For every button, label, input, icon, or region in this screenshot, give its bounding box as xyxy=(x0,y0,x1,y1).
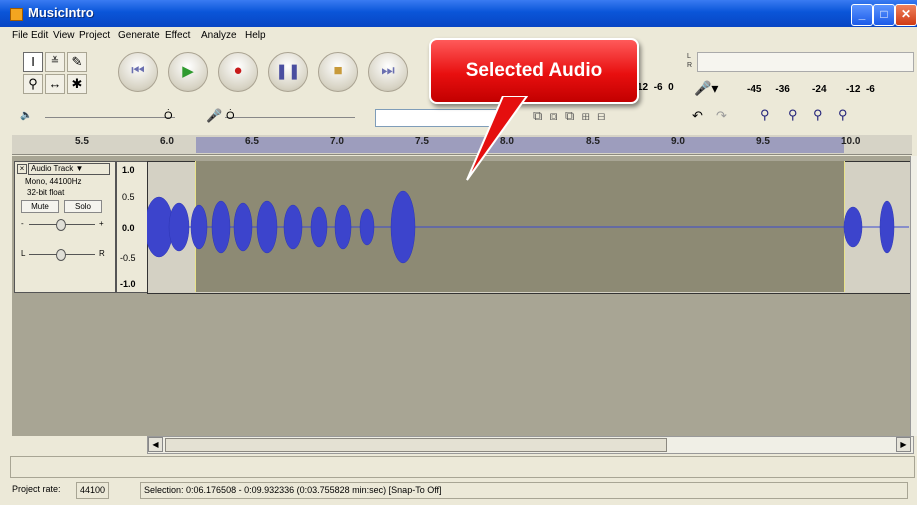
status-bar: Project rate: 44100 Selection: 0:06.1765… xyxy=(10,480,913,500)
waveform-blob xyxy=(190,204,208,250)
pause-button[interactable]: ❚❚ xyxy=(268,52,308,92)
amp-label: -0.5 xyxy=(120,253,136,263)
menu-effect[interactable]: Effect xyxy=(165,30,190,41)
record-button[interactable]: ● xyxy=(218,52,258,92)
selection-status: Selection: 0:06.176508 - 0:09.932336 (0:… xyxy=(140,482,908,499)
waveform-blob xyxy=(310,206,328,248)
draw-tool-icon[interactable]: ✎ xyxy=(67,52,87,72)
waveform-blob xyxy=(359,208,375,246)
undo-icon[interactable]: ↶ xyxy=(692,108,703,124)
waveform-blob xyxy=(283,204,303,250)
meter-lr-labels: L R xyxy=(687,53,693,69)
microphone-icon[interactable]: 🎤▾ xyxy=(694,80,718,97)
horizontal-scroll-thumb[interactable] xyxy=(165,438,667,452)
selection-tool-icon[interactable]: I xyxy=(23,52,43,72)
track-format: Mono, 44100Hz xyxy=(25,177,82,186)
amp-label: 1.0 xyxy=(122,165,135,175)
timeshift-tool-icon[interactable]: ↔ xyxy=(45,74,65,94)
track-control-panel: × Audio Track ▼ Mono, 44100Hz 32-bit flo… xyxy=(14,161,116,293)
ruler-tick-label: 8.5 xyxy=(586,136,600,147)
scroll-left-icon[interactable]: ◀ xyxy=(148,437,163,452)
waveform-blob xyxy=(211,200,231,254)
menu-generate[interactable]: Generate xyxy=(118,30,160,41)
ruler-tick-label: 9.5 xyxy=(756,136,770,147)
mute-button[interactable]: Mute xyxy=(21,200,59,213)
waveform-blob xyxy=(168,202,190,252)
multi-tool-icon[interactable]: ✱ xyxy=(67,74,87,94)
solo-button[interactable]: Solo xyxy=(64,200,102,213)
project-rate-label: Project rate: xyxy=(12,484,61,494)
zoom-tool-icon[interactable]: ⚲ xyxy=(23,74,43,94)
waveform-blob xyxy=(233,202,253,252)
input-volume-slider[interactable] xyxy=(225,117,355,118)
output-level-meter xyxy=(697,52,914,72)
status-area xyxy=(10,456,915,478)
amp-label: 0.0 xyxy=(122,223,135,233)
output-volume-slider[interactable] xyxy=(45,117,175,118)
menu-help[interactable]: Help xyxy=(245,30,266,41)
ruler-tick-label: 6.5 xyxy=(245,136,259,147)
redo-icon[interactable]: ↷ xyxy=(716,108,727,124)
vertical-scrollbar[interactable] xyxy=(910,156,917,436)
skip-start-button[interactable]: ⏮ xyxy=(118,52,158,92)
zoom-out-icon[interactable]: ⚲ xyxy=(788,107,798,123)
play-button[interactable]: ▶ xyxy=(168,52,208,92)
amp-label: 0.5 xyxy=(122,192,135,202)
zoom-in-icon[interactable]: ⚲ xyxy=(760,107,770,123)
fit-project-icon[interactable]: ⚲ xyxy=(838,107,848,123)
pan-left-label: L xyxy=(21,249,26,258)
meter-scale-top: 12 -6 0 xyxy=(637,82,674,93)
gain-minus-label: - xyxy=(21,219,24,228)
stop-button[interactable]: ■ xyxy=(318,52,358,92)
menu-project[interactable]: Project xyxy=(79,30,110,41)
gain-plus-label: + xyxy=(99,219,104,228)
ruler-tick-label: 10.0 xyxy=(841,136,861,147)
menu-view[interactable]: View xyxy=(53,30,75,41)
menu-analyze[interactable]: Analyze xyxy=(201,30,237,41)
waveform-blob xyxy=(879,200,895,254)
speaker-icon: 🔈 xyxy=(20,110,33,121)
paste-icon[interactable]: ⧉ xyxy=(565,108,574,123)
ruler-tick-label: 6.0 xyxy=(160,136,174,147)
skip-end-button[interactable]: ⏭ xyxy=(368,52,408,92)
scroll-right-icon[interactable]: ▶ xyxy=(896,437,911,452)
amp-label: -1.0 xyxy=(120,279,136,289)
input-volume-thumb[interactable]: Ȯ xyxy=(226,110,235,122)
edit-toolbar-icons: ⧉ ⧈ ⧉ ⊞ ⊟ xyxy=(533,108,605,124)
track-close-icon[interactable]: × xyxy=(17,164,27,174)
minimize-button[interactable]: _ xyxy=(851,4,873,26)
ruler-tick-label: 9.0 xyxy=(671,136,685,147)
output-volume-thumb[interactable]: Ȯ xyxy=(164,110,173,122)
window-title: MusicIntro xyxy=(28,5,94,20)
menu-edit[interactable]: Edit xyxy=(31,30,48,41)
selected-audio-callout: Selected Audio xyxy=(429,38,639,104)
silence-icon[interactable]: ⧈ xyxy=(550,108,558,123)
envelope-tool-icon[interactable]: ≚ xyxy=(45,52,65,72)
ruler-tick-label: 5.5 xyxy=(75,136,89,147)
sync-icon[interactable]: ⊟ xyxy=(597,108,605,123)
ruler-tick-label: 7.0 xyxy=(330,136,344,147)
waveform-blob xyxy=(843,206,863,248)
app-icon xyxy=(10,8,23,21)
pan-right-label: R xyxy=(99,249,105,258)
close-button[interactable]: ✕ xyxy=(895,4,917,26)
waveform-blob xyxy=(390,190,416,264)
gain-slider-thumb[interactable] xyxy=(56,219,66,231)
ruler-tick-label: 7.5 xyxy=(415,136,429,147)
track-bit-depth: 32-bit float xyxy=(27,188,65,197)
input-microphone-icon: 🎤 xyxy=(206,108,223,123)
project-rate-field[interactable]: 44100 xyxy=(76,482,110,499)
callout-pointer xyxy=(466,96,529,181)
meter-scale-right: -45 -36 -24 -12 -6 xyxy=(747,84,875,95)
pan-slider-thumb[interactable] xyxy=(56,249,66,261)
waveform-blob xyxy=(334,204,352,250)
menu-file[interactable]: File xyxy=(12,30,28,41)
title-bar xyxy=(0,0,917,27)
waveform-blob xyxy=(256,200,278,254)
fit-selection-icon[interactable]: ⚲ xyxy=(813,107,823,123)
track-name-menu[interactable]: Audio Track ▼ xyxy=(28,163,110,175)
maximize-button[interactable]: □ xyxy=(873,4,895,26)
amplitude-ruler: 1.0 0.5 0.0 -0.5 -1.0 xyxy=(116,161,148,293)
align-icon[interactable]: ⊞ xyxy=(582,108,590,123)
